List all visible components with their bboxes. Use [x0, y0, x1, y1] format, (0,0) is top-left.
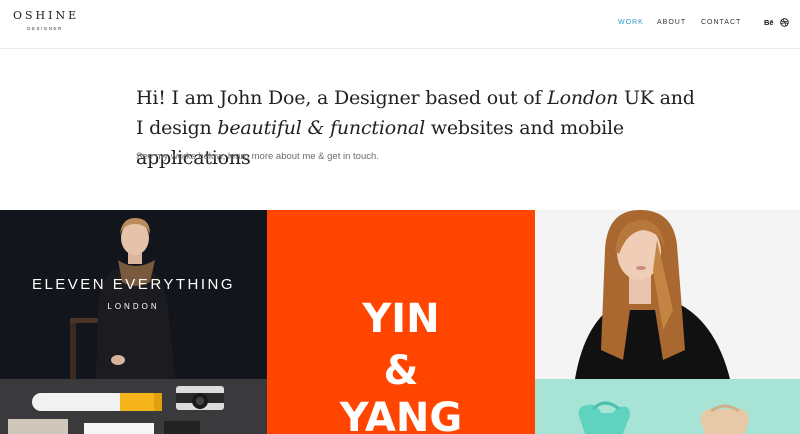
- social-links: Bē: [764, 18, 789, 27]
- portfolio-item-portrait[interactable]: [535, 210, 800, 379]
- site-logo[interactable]: OSHINE DESIGNER: [13, 9, 77, 31]
- ampersand-text: &: [383, 348, 419, 394]
- site-header: OSHINE DESIGNER WORK ABOUT CONTACT Bē: [0, 0, 800, 49]
- heading-emphasis-city: London: [547, 87, 619, 109]
- dribbble-icon[interactable]: [779, 18, 789, 27]
- portfolio-item-eleven-everything[interactable]: ELEVEN EVERYTHING LONDON: [0, 210, 267, 379]
- nav-work[interactable]: WORK: [618, 19, 644, 26]
- heading-emphasis-quality: beautiful & functional: [217, 117, 425, 139]
- stationery-photo: [0, 379, 267, 434]
- portrait-photo: [535, 210, 800, 379]
- portfolio-item-mint-bags[interactable]: [535, 379, 800, 434]
- portfolio-subtitle: LONDON: [107, 302, 160, 311]
- model-photo: [0, 210, 267, 379]
- logo-wordmark: OSHINE: [13, 9, 80, 22]
- heading-text: Hi! I am John Doe, a Designer based out …: [136, 87, 548, 109]
- yang-text: YANG: [339, 395, 463, 434]
- portfolio-grid: ELEVEN EVERYTHING LONDON YIN & YANG: [0, 210, 800, 434]
- bags-photo: [535, 379, 800, 434]
- nav-contact[interactable]: CONTACT: [701, 19, 741, 26]
- portfolio-item-yin-yang[interactable]: YIN & YANG: [267, 210, 535, 434]
- portfolio-title: ELEVEN EVERYTHING: [31, 276, 236, 293]
- nav-about[interactable]: ABOUT: [657, 19, 686, 26]
- portfolio-item-stationery[interactable]: [0, 379, 267, 434]
- intro-subtext: See my works below, learn more about me …: [136, 151, 379, 162]
- logo-tagline: DESIGNER: [27, 26, 63, 31]
- yin-text: YIN: [362, 296, 440, 342]
- behance-icon[interactable]: Bē: [764, 18, 774, 27]
